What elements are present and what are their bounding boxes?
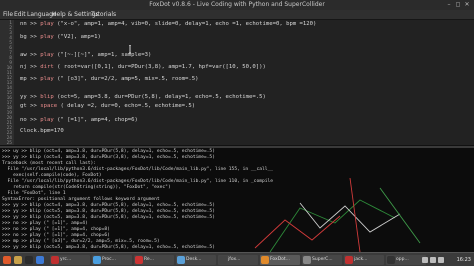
taskbar-task[interactable]: jack... [344, 255, 384, 265]
taskbar-task-label: jfox... [228, 257, 241, 262]
console-line: >>> mp >> play (" [o3]", dur=2/2, amp=5,… [2, 239, 160, 244]
console-line: return compile(str(CodeString(string)), … [2, 185, 171, 190]
window-titlebar: FoxDot v0.8.6 - Live Coding with Python … [0, 0, 474, 10]
code-line: mp >> play (" [o3]", dur=2/2, amp=5, mix… [20, 76, 199, 82]
code-line: yy >> blip (oct=5, amp=3.8, dur=PDur(5,8… [20, 94, 266, 100]
taskbar-task[interactable]: SuperC... [302, 255, 342, 265]
console-line: >>> yy >> blip (oct=4, amp=3.8, dur=PDur… [2, 155, 215, 160]
network-icon[interactable] [422, 257, 428, 263]
visualizer-stroke [379, 187, 421, 244]
taskbar-task[interactable]: Re... [134, 255, 174, 265]
console-output[interactable]: >>> uy >> blip (oct=4, amp=3.8, dur=PDur… [0, 148, 474, 252]
taskbar-task-label: jack... [354, 257, 368, 262]
code-line: nn >> play ("x-o", amp=1, amp=4, vib=0, … [20, 21, 317, 27]
close-button[interactable]: ✕ [463, 1, 471, 9]
mouse-cursor-icon [129, 45, 131, 54]
menu-bar: File Edit Language Help & Settings Tutor… [0, 10, 474, 20]
app-icon [387, 256, 395, 264]
code-line: bg >> play ("V2], amp=1) [20, 34, 101, 40]
taskbar-task-label: Desk... [186, 257, 202, 262]
taskbar-task-label: yrc... [60, 257, 72, 262]
visualizer-stroke [254, 215, 341, 249]
menu-file[interactable]: File [3, 11, 13, 18]
app-icon [135, 256, 143, 264]
app-icon [303, 256, 311, 264]
menu-tutorials[interactable]: Tutorials [91, 11, 116, 18]
battery-icon[interactable] [438, 257, 444, 263]
console-line: File "/usr/local/lib/python3.6/dist-pack… [2, 167, 274, 172]
files-icon[interactable] [14, 256, 22, 264]
code-line: gt >> space ( delay =2, dur=0, echo=.5, … [20, 103, 196, 109]
visualizer-stroke [269, 199, 396, 252]
code-editor[interactable]: 1 2 3 4 5 6 7 8 9 10 11 12 13 14 15 16 17 18 19 20 21 22 23 24 2… [0, 20, 474, 146]
app-icon [261, 256, 269, 264]
console-line: >>> yy >> blip (oct=5, amp=3.8, dur=PDur… [2, 215, 215, 220]
menu-icon[interactable] [3, 256, 11, 264]
console-line: >>> no >> play (" [=1]", amp=4) [2, 221, 88, 226]
taskbar-task[interactable]: FoxDot... [260, 255, 300, 265]
visualizer-stroke [349, 177, 361, 252]
taskbar-task-label: SuperC... [312, 257, 333, 262]
line-number-gutter: 1 2 3 4 5 6 7 8 9 10 11 12 13 14 15 16 17 18 19 20 21 22 23 24 2… [0, 20, 14, 146]
taskbar-task[interactable]: Desk... [176, 255, 216, 265]
maximize-button[interactable]: ◻ [454, 1, 462, 9]
app-icon [51, 256, 59, 264]
app-icon [345, 256, 353, 264]
terminal-icon[interactable] [25, 256, 33, 264]
app-icon [93, 256, 101, 264]
taskbar-task-label: Proc... [102, 257, 116, 262]
code-line: Clock.bpm=170 [20, 128, 64, 134]
taskbar: 16:23 yrc... Proc... Re... Desk... jfox... Fo… [0, 252, 474, 266]
app-icon [219, 256, 227, 264]
code-line: nj >> dirt ( root=var([0,1], dur=PDur(3,… [20, 64, 266, 70]
console-line: File "FoxDot", line 1 [2, 191, 66, 196]
app-icon [177, 256, 185, 264]
console-line: >>> no >> play (" [=1]", amp=4, chop=6) [2, 233, 110, 238]
menu-edit[interactable]: Edit [14, 11, 26, 18]
console-line: exec(self.compile(code), FoxDot) [2, 173, 102, 178]
console-line: >>> yy >> blip (oct=5, amp=3.8, dur=PDur… [2, 245, 215, 250]
taskbar-task[interactable]: yrc... [50, 255, 90, 265]
console-line: >>> no >> play (" [=1]", amp=4, chop=8) [2, 227, 110, 232]
code-line: no >> play (" [=1]", amp=4, chop=6) [20, 117, 138, 123]
browser-icon[interactable] [36, 256, 44, 264]
taskbar-clock[interactable]: 16:23 [457, 255, 471, 265]
console-line: >>> yy >> blip (oct=4, amp=3.8, dur=PDur… [2, 203, 215, 208]
console-line: File "/usr/local/lib/python3.6/dist-pack… [2, 179, 274, 184]
visualizer-stroke [299, 202, 401, 233]
minimize-button[interactable]: – [445, 1, 453, 9]
taskbar-task[interactable]: Proc... [92, 255, 132, 265]
volume-icon[interactable] [430, 257, 436, 263]
taskbar-task-label: opp... [396, 257, 409, 262]
console-line: >>> uy >> blip (oct=4, amp=3.8, dur=PDur… [2, 149, 215, 154]
taskbar-task[interactable]: opp... [386, 255, 426, 265]
taskbar-task[interactable]: jfox... [218, 255, 258, 265]
console-line: SyntaxError: positional argument follows… [2, 197, 160, 202]
console-line: >>> yy >> blip (oct=5, amp=3.8, dur=PDur… [2, 209, 215, 214]
window-title: FoxDot v0.8.6 - Live Coding with Python … [149, 1, 325, 8]
taskbar-task-label: Re... [144, 257, 154, 262]
taskbar-task-label: FoxDot... [270, 257, 290, 262]
console-line: Traceback (most recent call last): [2, 161, 97, 166]
